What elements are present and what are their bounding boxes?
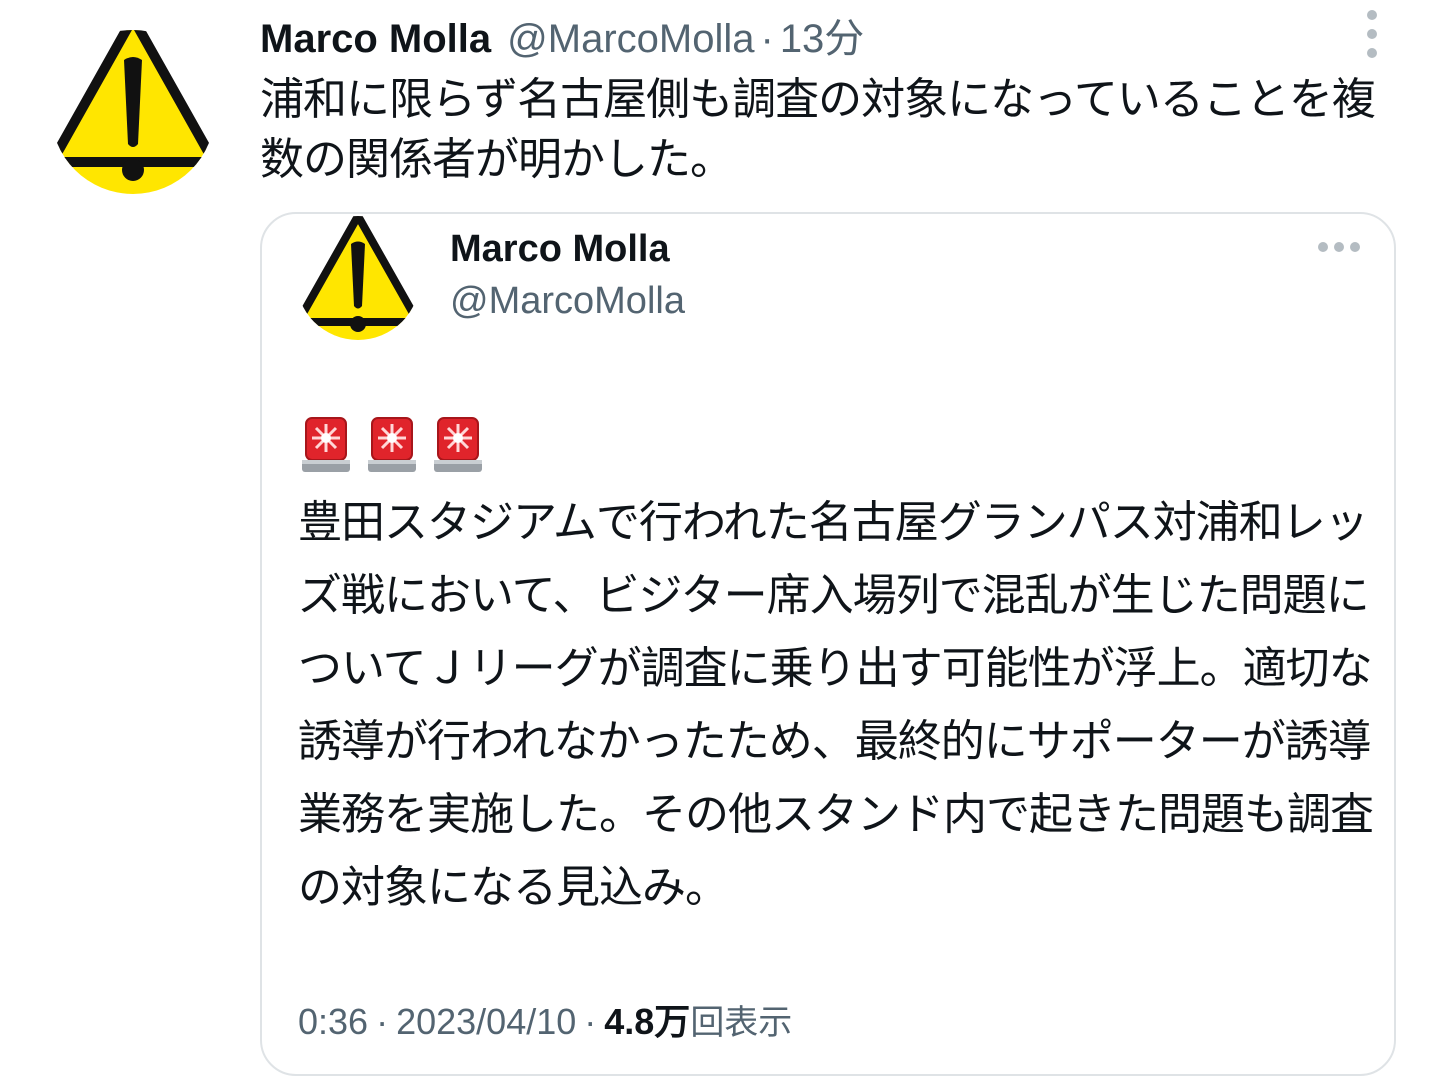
tweet-text: 浦和に限らず名古屋側も調査の対象になっていることを複数の関係者が明かした。: [260, 74, 1376, 185]
quote-date[interactable]: 2023/04/10: [396, 1000, 576, 1044]
quote-tweet-card[interactable]: Marco Molla @MarcoMolla 豊田スタジアムで行われた名古屋グ…: [260, 212, 1396, 1076]
dot: [1318, 242, 1328, 252]
dot: [1367, 48, 1377, 58]
views-count: 4.8万: [604, 1001, 691, 1042]
views-label: 回表示: [690, 1003, 793, 1043]
display-name[interactable]: Marco Molla: [260, 14, 491, 64]
quote-time[interactable]: 0:36: [298, 1000, 368, 1044]
quote-text: 豊田スタジアムで行われた名古屋グランパス対浦和レッズ戦において、ビジター席入場列…: [298, 497, 1374, 913]
more-vertical-icon[interactable]: [1360, 8, 1384, 60]
timestamp[interactable]: 13分: [780, 14, 865, 64]
rotating-light-icon: [368, 414, 416, 474]
avatar[interactable]: [48, 12, 218, 198]
rotating-light-icon: [302, 414, 350, 474]
rotating-light-icon: [434, 414, 482, 474]
quote-display-name[interactable]: Marco Molla: [450, 226, 670, 272]
tweet[interactable]: Marco Molla @MarcoMolla · 13分 浦和に限らず名古屋側…: [0, 0, 1440, 1082]
warning-sign-icon: [51, 30, 215, 194]
handle[interactable]: @MarcoMolla: [507, 14, 754, 64]
warning-sign-icon: [296, 216, 420, 340]
dot: [1367, 10, 1377, 20]
dot: [1334, 242, 1344, 252]
dot: [1367, 29, 1377, 39]
siren-emoji-row: [302, 414, 482, 476]
separator: ·: [584, 1001, 597, 1042]
more-horizontal-icon[interactable]: [1316, 240, 1360, 254]
quote-avatar[interactable]: [296, 214, 420, 342]
separator: ·: [760, 17, 774, 61]
tweet-header: Marco Molla @MarcoMolla · 13分: [260, 14, 864, 64]
quote-handle[interactable]: @MarcoMolla: [450, 278, 685, 324]
separator: ·: [376, 1001, 389, 1042]
quote-metadata: 0:36 · 2023/04/10 · 4.8万 回表示: [298, 1000, 792, 1045]
dot: [1350, 242, 1360, 252]
